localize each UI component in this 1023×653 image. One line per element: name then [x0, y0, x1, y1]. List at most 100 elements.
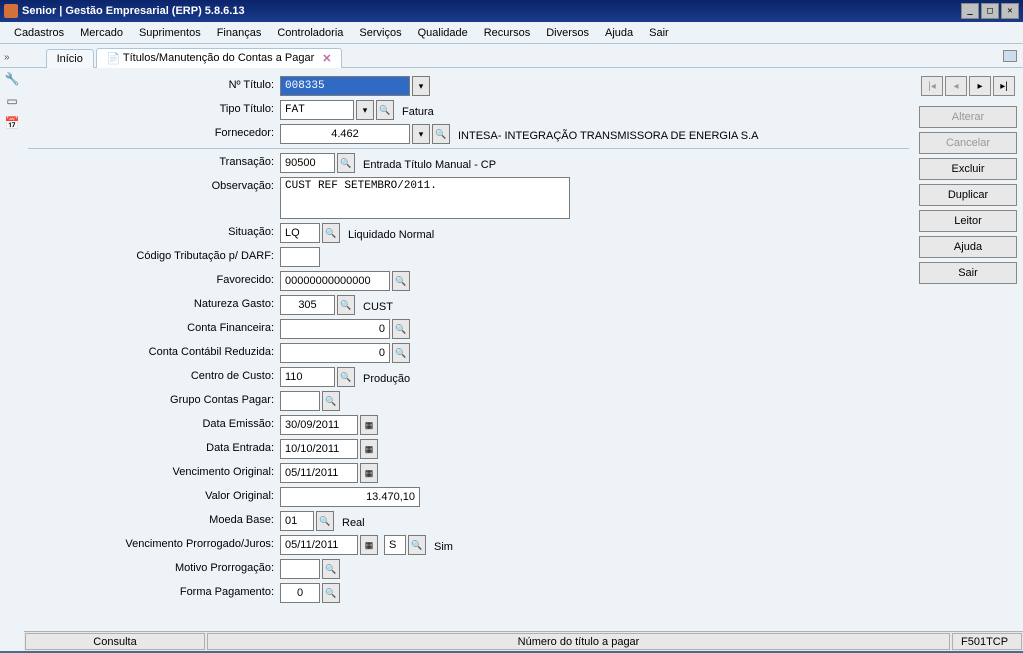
menu-suprimentos[interactable]: Suprimentos: [131, 24, 209, 42]
dropdown-icon[interactable]: ▾: [412, 124, 430, 144]
vencpror-desc: Sim: [428, 538, 453, 553]
collapse-toolbar-icon[interactable]: »: [4, 48, 10, 63]
lookup-icon[interactable]: 🔍: [376, 100, 394, 120]
lookup-icon[interactable]: 🔍: [322, 223, 340, 243]
menu-sair[interactable]: Sair: [641, 24, 677, 42]
label-natgasto: Natureza Gasto:: [28, 295, 280, 310]
menu-qualidade[interactable]: Qualidade: [410, 24, 476, 42]
label-contacont: Conta Contábil Reduzida:: [28, 343, 280, 358]
label-ntitulo: Nº Título:: [28, 76, 280, 91]
tool-wrench-icon[interactable]: 🔧: [3, 70, 21, 88]
menu-servicos[interactable]: Serviços: [351, 24, 409, 42]
moeda-input[interactable]: [280, 511, 314, 531]
nav-first-button[interactable]: |◂: [921, 76, 943, 96]
numero-titulo-input[interactable]: [280, 76, 410, 96]
action-button-panel: |◂ ◂ ▸ ▸| Alterar Cancelar Excluir Dupli…: [919, 76, 1017, 284]
tipo-titulo-input[interactable]: [280, 100, 354, 120]
favorecido-input[interactable]: [280, 271, 390, 291]
ajuda-button[interactable]: Ajuda: [919, 236, 1017, 258]
lookup-icon[interactable]: 🔍: [337, 153, 355, 173]
tab-close-icon[interactable]: ✕: [322, 52, 331, 65]
calendar-icon[interactable]: ▦: [360, 463, 378, 483]
situacao-input[interactable]: [280, 223, 320, 243]
lookup-icon[interactable]: 🔍: [392, 343, 410, 363]
nav-next-button[interactable]: ▸: [969, 76, 991, 96]
dropdown-icon[interactable]: ▾: [412, 76, 430, 96]
label-codtrib: Código Tributação p/ DARF:: [28, 247, 280, 262]
observacao-textarea[interactable]: CUST REF SETEMBRO/2011.: [280, 177, 570, 219]
minimize-button[interactable]: _: [961, 3, 979, 19]
label-ccusto: Centro de Custo:: [28, 367, 280, 382]
menu-cadastros[interactable]: Cadastros: [6, 24, 72, 42]
menubar: Cadastros Mercado Suprimentos Finanças C…: [0, 22, 1023, 44]
vencimento-original-input[interactable]: [280, 463, 358, 483]
menu-mercado[interactable]: Mercado: [72, 24, 131, 42]
data-emissao-input[interactable]: [280, 415, 358, 435]
label-situacao: Situação:: [28, 223, 280, 238]
nav-last-button[interactable]: ▸|: [993, 76, 1015, 96]
natgasto-input[interactable]: [280, 295, 335, 315]
contafin-input[interactable]: [280, 319, 390, 339]
tool-panel-icon[interactable]: ▭: [3, 92, 21, 110]
data-entrada-input[interactable]: [280, 439, 358, 459]
transacao-input[interactable]: [280, 153, 335, 173]
leitor-button[interactable]: Leitor: [919, 210, 1017, 232]
app-icon: [4, 4, 18, 18]
separator: [28, 148, 909, 149]
ccusto-input[interactable]: [280, 367, 335, 387]
layout-icon[interactable]: [1003, 50, 1017, 62]
lookup-icon[interactable]: 🔍: [408, 535, 426, 555]
calendar-icon[interactable]: ▦: [360, 439, 378, 459]
motivo-prorrogacao-input[interactable]: [280, 559, 320, 579]
lookup-icon[interactable]: 🔍: [322, 391, 340, 411]
status-screen-code: F501TCP: [952, 633, 1022, 650]
codtrib-input[interactable]: [280, 247, 320, 267]
status-mode: Consulta: [25, 633, 205, 650]
lookup-icon[interactable]: 🔍: [392, 319, 410, 339]
form-scroll[interactable]: Nº Título: ▾ Tipo Título: ▾ 🔍 Fatura For…: [24, 68, 913, 651]
nav-prev-button[interactable]: ◂: [945, 76, 967, 96]
lookup-icon[interactable]: 🔍: [337, 295, 355, 315]
tab-label: Início: [57, 53, 83, 65]
tab-inicio[interactable]: Início: [46, 49, 94, 68]
tool-calendar-icon[interactable]: 📅: [3, 114, 21, 132]
lookup-icon[interactable]: 🔍: [392, 271, 410, 291]
lookup-icon[interactable]: 🔍: [337, 367, 355, 387]
grupocp-input[interactable]: [280, 391, 320, 411]
tab-titulos-contas-pagar[interactable]: 📄 Títulos/Manutenção do Contas a Pagar ✕: [96, 48, 343, 68]
alterar-button[interactable]: Alterar: [919, 106, 1017, 128]
contacont-input[interactable]: [280, 343, 390, 363]
label-moeda: Moeda Base:: [28, 511, 280, 526]
statusbar: Consulta Número do título a pagar F501TC…: [24, 631, 1023, 651]
excluir-button[interactable]: Excluir: [919, 158, 1017, 180]
menu-financas[interactable]: Finanças: [209, 24, 270, 42]
lookup-icon[interactable]: 🔍: [316, 511, 334, 531]
label-valororig: Valor Original:: [28, 487, 280, 502]
label-tipotitulo: Tipo Título:: [28, 100, 280, 115]
label-motivo: Motivo Prorrogação:: [28, 559, 280, 574]
dropdown-icon[interactable]: ▾: [356, 100, 374, 120]
lookup-icon[interactable]: 🔍: [432, 124, 450, 144]
maximize-button[interactable]: □: [981, 3, 999, 19]
fornecedor-input[interactable]: [280, 124, 410, 144]
menu-ajuda[interactable]: Ajuda: [597, 24, 641, 42]
juros-flag-input[interactable]: [384, 535, 406, 555]
calendar-icon[interactable]: ▦: [360, 415, 378, 435]
natgasto-desc: CUST: [357, 298, 393, 313]
duplicar-button[interactable]: Duplicar: [919, 184, 1017, 206]
left-toolbar: 🔧 ▭ 📅: [0, 68, 24, 651]
label-demissao: Data Emissão:: [28, 415, 280, 430]
lookup-icon[interactable]: 🔍: [322, 559, 340, 579]
forma-pagamento-input[interactable]: [280, 583, 320, 603]
calendar-icon[interactable]: ▦: [360, 535, 378, 555]
close-button[interactable]: ✕: [1001, 3, 1019, 19]
valor-original-input[interactable]: [280, 487, 420, 507]
tab-label: Títulos/Manutenção do Contas a Pagar: [123, 52, 314, 64]
menu-controladoria[interactable]: Controladoria: [269, 24, 351, 42]
menu-diversos[interactable]: Diversos: [538, 24, 597, 42]
vencimento-prorrogado-input[interactable]: [280, 535, 358, 555]
lookup-icon[interactable]: 🔍: [322, 583, 340, 603]
sair-button[interactable]: Sair: [919, 262, 1017, 284]
menu-recursos[interactable]: Recursos: [476, 24, 538, 42]
cancelar-button[interactable]: Cancelar: [919, 132, 1017, 154]
